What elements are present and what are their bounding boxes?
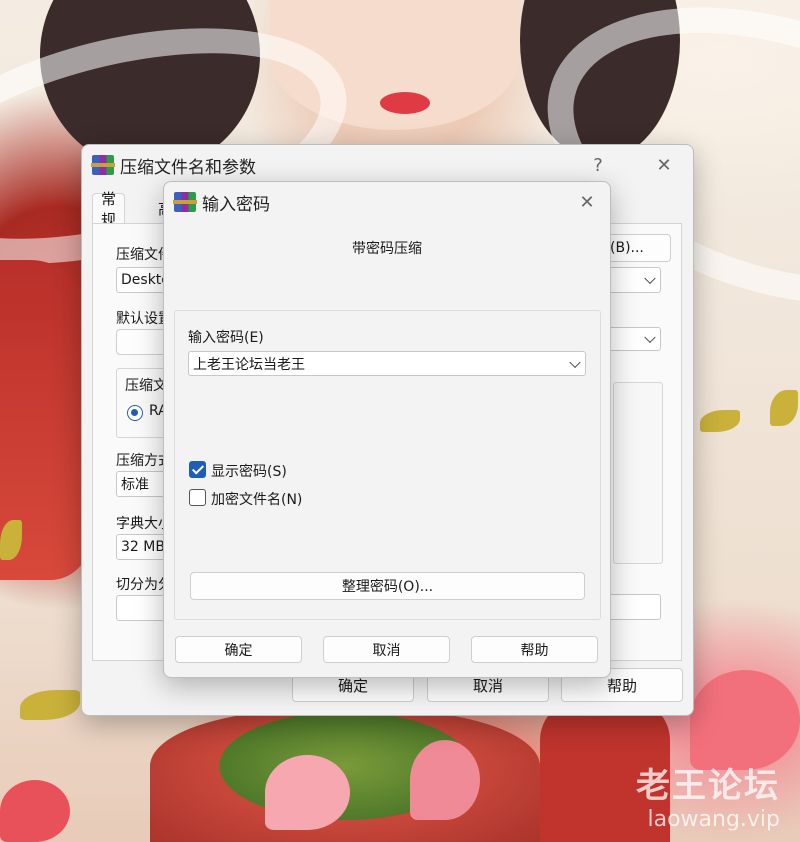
organize-passwords-button[interactable]: 整理密码(O)...: [190, 572, 585, 600]
wallpaper-flower: [410, 740, 480, 820]
password-dialog-title: 输入密码: [202, 194, 270, 215]
wallpaper-leaf: [20, 690, 80, 720]
chevron-down-icon: [644, 272, 656, 285]
wallpaper-leaf: [770, 390, 798, 426]
browse-button[interactable]: (B)...: [603, 234, 671, 262]
rar-radio[interactable]: [127, 405, 143, 421]
password-help-button[interactable]: 帮助: [471, 636, 598, 663]
watermark-en: laowang.vip: [647, 807, 780, 832]
password-dialog-heading: 带密码压缩: [352, 241, 422, 257]
password-input[interactable]: 上老王论坛当老王: [188, 351, 586, 376]
site-watermark: 老王论坛 laowang.vip: [636, 758, 780, 832]
password-ok-button[interactable]: 确定: [175, 636, 302, 663]
winrar-app-icon: [91, 155, 115, 175]
wallpaper-lips: [380, 92, 430, 114]
close-icon[interactable]: ✕: [570, 186, 604, 218]
password-dialog-titlebar: 输入密码: [164, 182, 610, 222]
close-icon[interactable]: ✕: [647, 149, 681, 181]
password-value: 上老王论坛当老王: [193, 356, 305, 373]
wallpaper-flower: [690, 670, 800, 770]
wallpaper-flower: [0, 780, 70, 842]
split-right-input[interactable]: [603, 594, 661, 620]
winrar-app-icon: [173, 192, 197, 212]
show-password-checkbox[interactable]: [189, 461, 206, 478]
wallpaper-flower: [265, 755, 350, 830]
chevron-down-icon: [644, 331, 656, 344]
wallpaper-leaf: [700, 410, 740, 432]
enter-password-dialog: 输入密码 ✕ 带密码压缩 输入密码(E) 上老王论坛当老王 显示密码(S) 加密…: [163, 181, 611, 678]
show-password-label: 显示密码(S): [211, 464, 287, 480]
encrypt-filenames-checkbox[interactable]: [189, 489, 206, 506]
archive-dialog-title: 压缩文件名和参数: [120, 157, 256, 178]
format-group-label: 压缩文: [125, 378, 167, 394]
tab-general[interactable]: 常规: [92, 190, 126, 229]
method-value: 标准: [121, 477, 149, 493]
watermark-cn: 老王论坛: [636, 766, 780, 806]
options-group: [613, 382, 663, 564]
dict-size-value: 32 MB: [121, 539, 165, 555]
chevron-down-icon: [569, 356, 581, 368]
help-icon[interactable]: ?: [581, 149, 615, 181]
password-cancel-button[interactable]: 取消: [323, 636, 450, 663]
encrypt-filenames-label: 加密文件名(N): [211, 492, 303, 508]
password-options-frame: 输入密码(E) 上老王论坛当老王 显示密码(S) 加密文件名(N) 整理密码(O…: [174, 310, 601, 620]
password-label: 输入密码(E): [188, 330, 264, 346]
